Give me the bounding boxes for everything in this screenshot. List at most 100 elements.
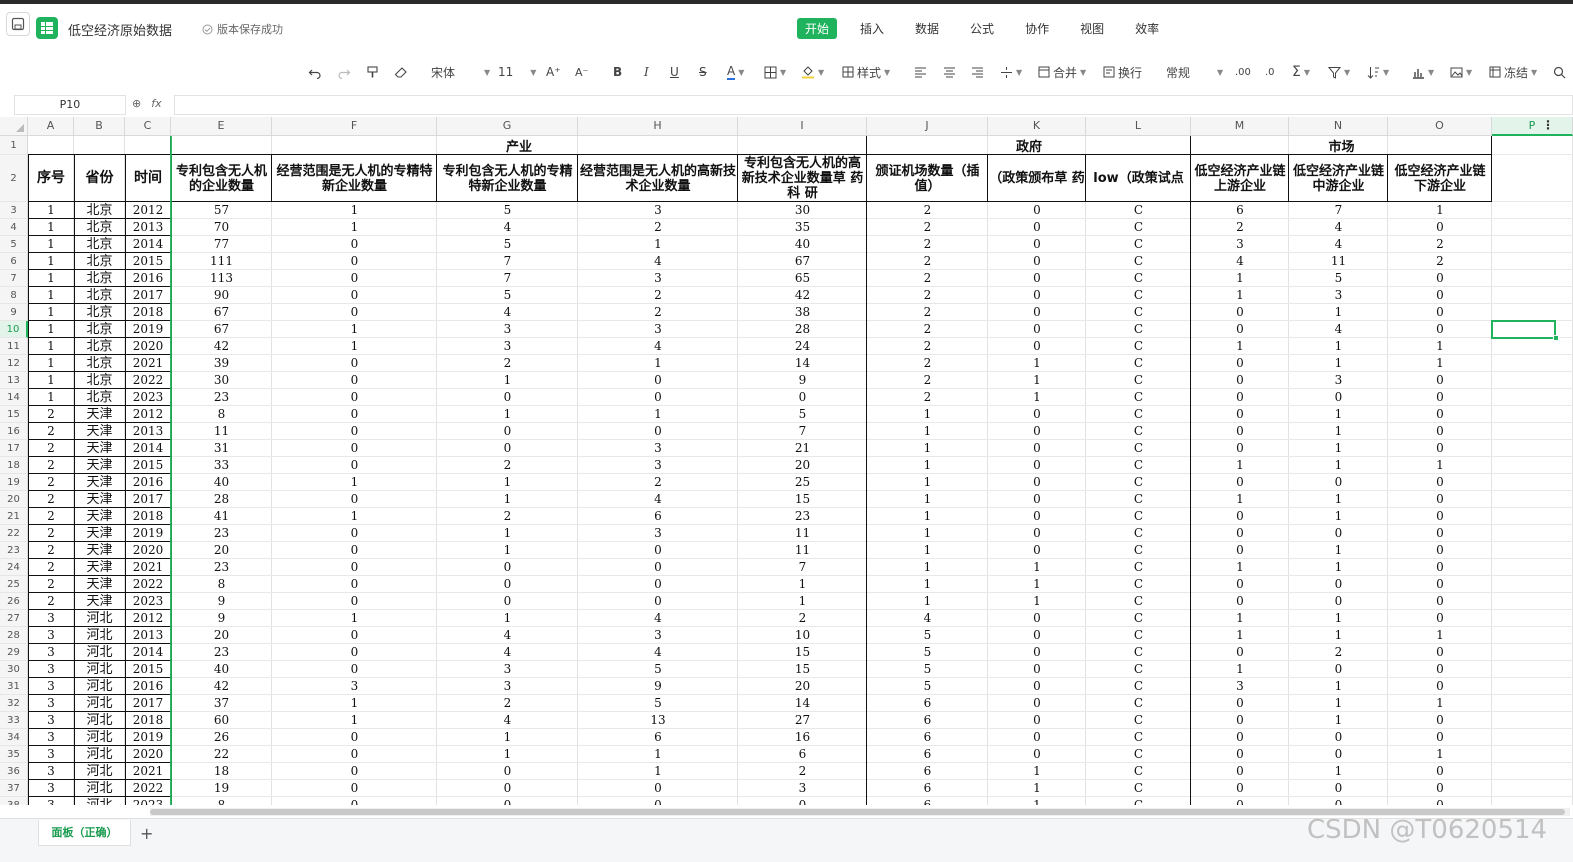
data-cell[interactable]: 0	[1191, 474, 1289, 491]
row-header[interactable]: 6	[0, 253, 28, 270]
data-cell[interactable]: 2	[437, 355, 578, 372]
data-cell[interactable]: 1	[1289, 355, 1388, 372]
data-cell[interactable]: 1	[988, 797, 1086, 805]
data-cell[interactable]: 31	[171, 440, 272, 457]
data-cell[interactable]: 0	[1388, 593, 1492, 610]
data-cell[interactable]: 6	[867, 797, 988, 805]
data-cell[interactable]: 2016	[125, 474, 171, 491]
data-cell[interactable]: 0	[1191, 729, 1289, 746]
data-cell[interactable]: C	[1086, 729, 1191, 746]
data-cell[interactable]: 1	[28, 236, 74, 253]
data-cell[interactable]: 1	[578, 746, 738, 763]
menu-efficiency[interactable]: 效率	[1127, 18, 1167, 39]
data-cell[interactable]: 北京	[74, 321, 125, 338]
data-cell[interactable]: 0	[1388, 610, 1492, 627]
data-cell[interactable]: 20	[738, 678, 867, 695]
data-cell[interactable]: 7	[738, 423, 867, 440]
data-cell[interactable]: 8	[171, 797, 272, 805]
data-cell[interactable]: C	[1086, 644, 1191, 661]
data-cell[interactable]: 2015	[125, 661, 171, 678]
data-cell[interactable]: 3	[28, 644, 74, 661]
data-cell[interactable]: 1	[578, 763, 738, 780]
data-cell[interactable]: 1	[867, 406, 988, 423]
data-cell[interactable]: 河北	[74, 678, 125, 695]
data-cell[interactable]: 2019	[125, 729, 171, 746]
data-cell[interactable]: 2	[1289, 644, 1388, 661]
data-cell[interactable]: 0	[1388, 474, 1492, 491]
row-header[interactable]: 28	[0, 627, 28, 644]
data-cell[interactable]: 1	[1388, 695, 1492, 712]
data-cell[interactable]: 河北	[74, 729, 125, 746]
data-cell[interactable]: C	[1086, 406, 1191, 423]
data-cell[interactable]: 11	[1289, 253, 1388, 270]
data-cell[interactable]: 0	[437, 423, 578, 440]
data-cell[interactable]: 4	[1289, 219, 1388, 236]
data-cell[interactable]: 0	[1388, 304, 1492, 321]
data-cell[interactable]: 2	[867, 287, 988, 304]
data-cell[interactable]: 65	[738, 270, 867, 287]
menu-view[interactable]: 视图	[1072, 18, 1112, 39]
data-cell[interactable]: 3	[28, 797, 74, 805]
data-cell[interactable]: 5	[738, 406, 867, 423]
data-cell[interactable]: 0	[272, 797, 437, 805]
freeze-panes-button[interactable]: 冻结 ▼	[1489, 62, 1537, 82]
data-cell[interactable]: 0	[1388, 219, 1492, 236]
data-cell[interactable]: 3	[28, 729, 74, 746]
column-header-f[interactable]: F	[272, 117, 437, 136]
data-cell[interactable]: 2	[437, 508, 578, 525]
data-cell[interactable]: 60	[171, 712, 272, 729]
data-cell[interactable]: 2017	[125, 695, 171, 712]
data-cell[interactable]: 2017	[125, 491, 171, 508]
data-cell[interactable]: 1	[28, 338, 74, 355]
data-cell[interactable]: 37	[171, 695, 272, 712]
data-cell[interactable]: 1	[1289, 440, 1388, 457]
data-cell[interactable]: 28	[171, 491, 272, 508]
wrap-text-button[interactable]: 换行	[1103, 62, 1142, 82]
column-header-e[interactable]: E	[171, 117, 272, 136]
data-cell[interactable]: 0	[1388, 661, 1492, 678]
data-cell[interactable]: 河北	[74, 695, 125, 712]
data-cell[interactable]: 2	[28, 474, 74, 491]
menu-start[interactable]: 开始	[797, 18, 838, 39]
data-cell[interactable]: 0	[1191, 304, 1289, 321]
data-cell[interactable]: 27	[738, 712, 867, 729]
data-cell[interactable]: 2023	[125, 797, 171, 805]
data-cell[interactable]: 4	[578, 491, 738, 508]
data-cell[interactable]: 3	[578, 525, 738, 542]
data-cell[interactable]: 3	[578, 202, 738, 219]
data-cell[interactable]: 15	[738, 491, 867, 508]
data-cell[interactable]: 0	[1289, 576, 1388, 593]
data-cell[interactable]: 42	[738, 287, 867, 304]
data-cell[interactable]: 3	[578, 457, 738, 474]
data-cell[interactable]: 1	[988, 763, 1086, 780]
data-cell[interactable]: 0	[437, 780, 578, 797]
data-cell[interactable]: 1	[1289, 304, 1388, 321]
row-header[interactable]: 36	[0, 763, 28, 780]
data-cell[interactable]: 0	[1289, 746, 1388, 763]
data-cell[interactable]: 3	[28, 678, 74, 695]
data-cell[interactable]: 2022	[125, 576, 171, 593]
data-cell[interactable]: 0	[1191, 542, 1289, 559]
data-cell[interactable]: 北京	[74, 219, 125, 236]
data-cell[interactable]: 1	[867, 423, 988, 440]
chart-icon[interactable]: ▼	[1412, 62, 1434, 82]
data-cell[interactable]: 1	[437, 406, 578, 423]
data-cell[interactable]: 2014	[125, 644, 171, 661]
data-cell[interactable]: 河北	[74, 627, 125, 644]
data-cell[interactable]: 67	[738, 253, 867, 270]
data-cell[interactable]: 0	[437, 389, 578, 406]
data-cell[interactable]: 0	[272, 270, 437, 287]
menu-collaborate[interactable]: 协作	[1017, 18, 1057, 39]
data-cell[interactable]: 河北	[74, 610, 125, 627]
data-cell[interactable]: 北京	[74, 253, 125, 270]
data-cell[interactable]: 11	[171, 423, 272, 440]
data-cell[interactable]: 1	[1289, 610, 1388, 627]
data-cell[interactable]: 2	[28, 491, 74, 508]
row-header[interactable]: 7	[0, 270, 28, 287]
data-cell[interactable]: 2	[28, 525, 74, 542]
data-cell[interactable]: 0	[272, 372, 437, 389]
data-cell[interactable]: 0	[1191, 440, 1289, 457]
data-cell[interactable]: 1	[28, 287, 74, 304]
row-header[interactable]: 24	[0, 559, 28, 576]
data-cell[interactable]: 0	[578, 389, 738, 406]
